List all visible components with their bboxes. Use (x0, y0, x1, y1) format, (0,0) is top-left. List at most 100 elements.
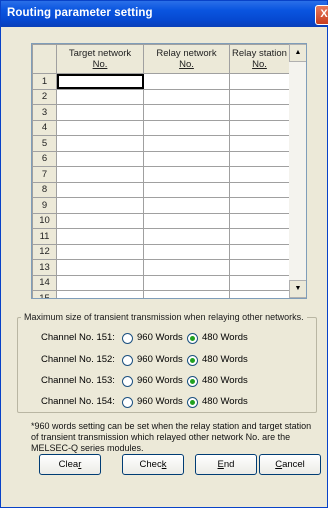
relay-network-cell[interactable] (143, 73, 230, 90)
target-network-cell[interactable] (56, 88, 144, 105)
radio-153-960[interactable] (122, 376, 133, 387)
relay-network-cell[interactable] (143, 212, 230, 229)
arrow-down-icon: ▼ (294, 285, 302, 292)
table-row: 12 (32, 243, 290, 260)
table-row: 15 (32, 290, 290, 298)
vertical-scrollbar[interactable]: ▲ ▼ (289, 44, 306, 298)
relay-network-cell[interactable] (143, 166, 230, 183)
scroll-down-button[interactable]: ▼ (289, 280, 306, 298)
relay-network-cell[interactable] (143, 104, 230, 121)
row-number: 8 (32, 181, 57, 198)
channel-label: Channel No. 152: (41, 354, 115, 365)
window-title: Routing parameter setting (7, 7, 153, 19)
radio-154-480[interactable] (187, 397, 198, 408)
relay-station-cell[interactable] (229, 290, 290, 298)
end-button[interactable]: End (195, 454, 257, 475)
clear-button[interactable]: Clear (39, 454, 101, 475)
header-target-network[interactable]: Target network No. (56, 44, 144, 74)
arrow-up-icon: ▲ (294, 49, 302, 56)
radio-label: 480 Words (202, 396, 248, 407)
close-button[interactable]: X (315, 5, 328, 25)
radio-152-480[interactable] (187, 355, 198, 366)
relay-network-cell[interactable] (143, 259, 230, 276)
target-network-cell[interactable] (56, 212, 144, 229)
header-label: Target network (68, 48, 132, 59)
title-bar[interactable]: Routing parameter setting X (1, 1, 328, 27)
target-network-cell[interactable] (56, 259, 144, 276)
routing-grid: Target network No. Relay network No. Relay… (32, 44, 290, 298)
dialog-window: Routing parameter setting X Target netwo… (0, 0, 328, 508)
relay-network-cell[interactable] (143, 150, 230, 167)
radio-154-960[interactable] (122, 397, 133, 408)
row-number: 14 (32, 274, 57, 291)
row-number: 9 (32, 197, 57, 214)
relay-network-cell[interactable] (143, 274, 230, 291)
relay-station-cell[interactable] (229, 212, 290, 229)
group-title: Maximum size of transient transmission w… (21, 312, 307, 322)
header-label: Relay station (232, 48, 287, 59)
relay-network-cell[interactable] (143, 119, 230, 136)
target-network-cell[interactable] (56, 290, 144, 298)
target-network-cell[interactable] (56, 73, 144, 90)
relay-network-cell[interactable] (143, 197, 230, 214)
relay-station-cell[interactable] (229, 274, 290, 291)
table-row: 11 (32, 228, 290, 245)
scroll-up-button[interactable]: ▲ (289, 44, 306, 62)
table-row: 6 (32, 150, 290, 167)
relay-station-cell[interactable] (229, 243, 290, 260)
relay-station-cell[interactable] (229, 119, 290, 136)
cancel-button[interactable]: Cancel (259, 454, 321, 475)
relay-network-cell[interactable] (143, 88, 230, 105)
row-number: 3 (32, 104, 57, 121)
target-network-cell[interactable] (56, 228, 144, 245)
radio-153-480[interactable] (187, 376, 198, 387)
channel-label: Channel No. 154: (41, 396, 115, 407)
relay-station-cell[interactable] (229, 73, 290, 90)
relay-network-cell[interactable] (143, 228, 230, 245)
check-button[interactable]: Check (122, 454, 184, 475)
table-row: 13 (32, 259, 290, 276)
button-accesskey: r (78, 459, 82, 470)
relay-station-cell[interactable] (229, 181, 290, 198)
corner-header (32, 44, 57, 74)
row-number: 10 (32, 212, 57, 229)
row-number: 13 (32, 259, 57, 276)
table-row: 10 (32, 212, 290, 229)
relay-network-cell[interactable] (143, 290, 230, 298)
relay-station-cell[interactable] (229, 104, 290, 121)
relay-station-cell[interactable] (229, 88, 290, 105)
target-network-cell[interactable] (56, 104, 144, 121)
radio-152-960[interactable] (122, 355, 133, 366)
relay-station-cell[interactable] (229, 197, 290, 214)
relay-station-cell[interactable] (229, 166, 290, 183)
relay-station-cell[interactable] (229, 228, 290, 245)
target-network-cell[interactable] (56, 274, 144, 291)
table-row: 2 (32, 88, 290, 105)
relay-network-cell[interactable] (143, 243, 230, 260)
radio-151-960[interactable] (122, 333, 133, 344)
row-number: 4 (32, 119, 57, 136)
table-row: 7 (32, 166, 290, 183)
row-number: 11 (32, 228, 57, 245)
channel-label: Channel No. 151: (41, 332, 115, 343)
note-text: *960 words setting can be set when the r… (31, 421, 312, 453)
target-network-cell[interactable] (56, 181, 144, 198)
relay-station-cell[interactable] (229, 150, 290, 167)
relay-network-cell[interactable] (143, 181, 230, 198)
target-network-cell[interactable] (56, 166, 144, 183)
target-network-cell[interactable] (56, 150, 144, 167)
target-network-cell[interactable] (56, 135, 144, 152)
header-label: No. (92, 59, 108, 70)
header-relay-network[interactable]: Relay network No. (143, 44, 230, 74)
header-relay-station[interactable]: Relay station No. (229, 44, 290, 74)
relay-station-cell[interactable] (229, 135, 290, 152)
header-label: No. (252, 59, 267, 70)
radio-label: 480 Words (202, 354, 248, 365)
relay-network-cell[interactable] (143, 135, 230, 152)
target-network-cell[interactable] (56, 243, 144, 260)
radio-151-480[interactable] (187, 333, 198, 344)
target-network-cell[interactable] (56, 119, 144, 136)
relay-station-cell[interactable] (229, 259, 290, 276)
button-label: Clea (58, 459, 79, 470)
target-network-cell[interactable] (56, 197, 144, 214)
